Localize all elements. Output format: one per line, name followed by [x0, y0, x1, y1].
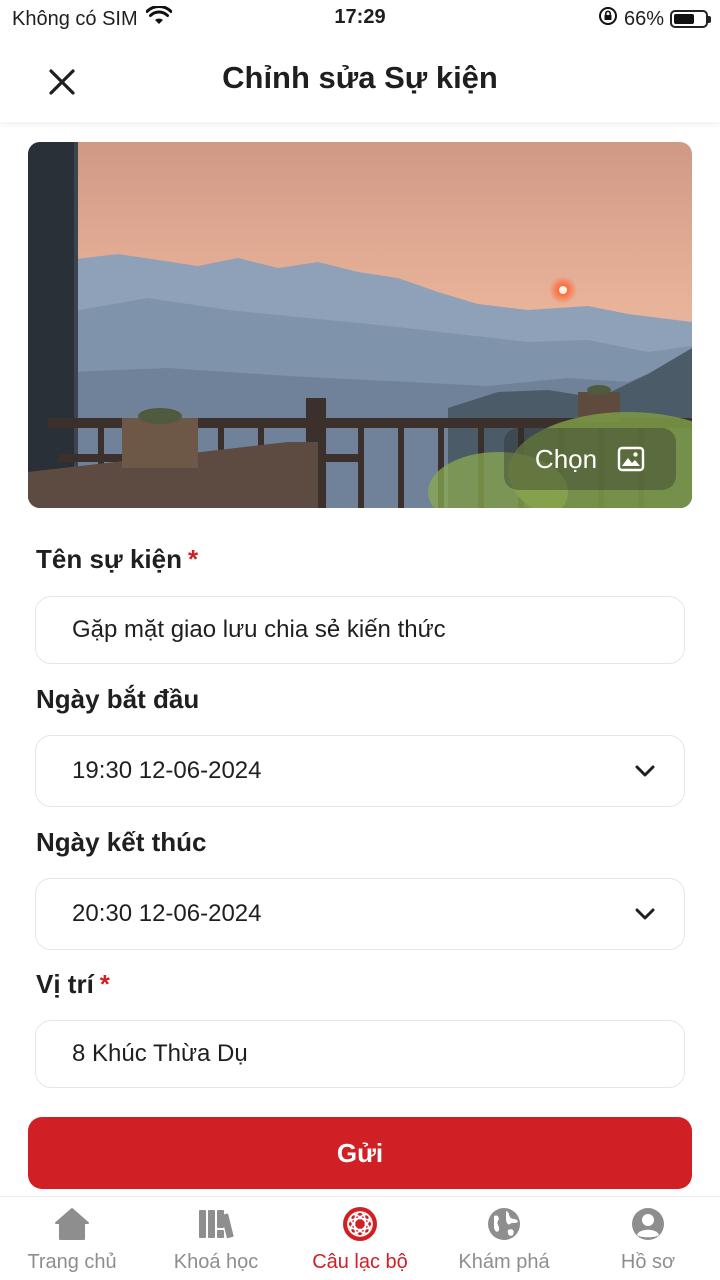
orientation-lock-icon	[598, 6, 618, 32]
end-date-value: 20:30 12-06-2024	[72, 900, 262, 927]
event-name-label: Tên sự kiện *	[36, 544, 198, 575]
tab-courses-label: Khoá học	[173, 1251, 259, 1273]
battery-info: 66%	[598, 6, 711, 32]
tab-profile-label: Hồ sơ	[620, 1251, 676, 1273]
battery-level	[674, 14, 694, 24]
globe-icon	[486, 1205, 522, 1243]
books-icon	[197, 1205, 235, 1243]
tab-clubs-label: Câu lạc bộ	[312, 1251, 408, 1273]
location-input[interactable]: 8 Khúc Thừa Dụ	[35, 1020, 685, 1088]
tab-courses[interactable]: Khoá học	[144, 1197, 288, 1280]
bottom-tab-bar: Trang chủ Khoá học Câu lạc bộ Khám phá H…	[0, 1196, 720, 1280]
required-mark: *	[187, 544, 199, 574]
location-label: Vị trí *	[36, 969, 110, 1000]
end-date-select[interactable]: 20:30 12-06-2024	[35, 878, 685, 950]
tab-clubs[interactable]: Câu lạc bộ	[288, 1197, 432, 1280]
battery-percent: 66%	[623, 7, 664, 30]
start-date-value: 19:30 12-06-2024	[72, 757, 262, 784]
home-icon	[54, 1205, 90, 1243]
required-mark: *	[99, 969, 110, 999]
battery-icon	[670, 10, 711, 28]
location-label-text: Vị trí	[36, 969, 94, 999]
event-name-label-text: Tên sự kiện	[36, 544, 182, 574]
location-value: 8 Khúc Thừa Dụ	[72, 1040, 248, 1067]
start-date-label: Ngày bắt đầu	[36, 684, 200, 714]
end-date-label: Ngày kết thúc	[36, 827, 207, 857]
club-icon	[341, 1205, 379, 1243]
choose-image-button[interactable]: Chọn	[504, 428, 676, 490]
event-cover-image: Chọn	[28, 142, 692, 508]
submit-button[interactable]: Gửi	[28, 1117, 692, 1189]
tab-explore-label: Khám phá	[458, 1251, 550, 1273]
app-header: Chỉnh sửa Sự kiện	[0, 38, 720, 122]
chevron-down-icon	[635, 908, 655, 920]
tab-explore[interactable]: Khám phá	[432, 1197, 576, 1280]
choose-image-label: Chọn	[534, 443, 598, 474]
page-title: Chỉnh sửa Sự kiện	[222, 60, 498, 95]
image-icon	[617, 446, 645, 472]
status-bar: Không có SIM 17:29 66%	[0, 0, 720, 38]
start-date-select[interactable]: 19:30 12-06-2024	[35, 735, 685, 807]
event-name-value: Gặp mặt giao lưu chia sẻ kiến thức	[72, 616, 446, 643]
chevron-down-icon	[635, 765, 655, 777]
tab-home[interactable]: Trang chủ	[0, 1197, 144, 1280]
tab-home-label: Trang chủ	[27, 1251, 117, 1273]
profile-icon	[630, 1205, 666, 1243]
event-name-input[interactable]: Gặp mặt giao lưu chia sẻ kiến thức	[35, 596, 685, 664]
tab-profile[interactable]: Hồ sơ	[576, 1197, 720, 1280]
